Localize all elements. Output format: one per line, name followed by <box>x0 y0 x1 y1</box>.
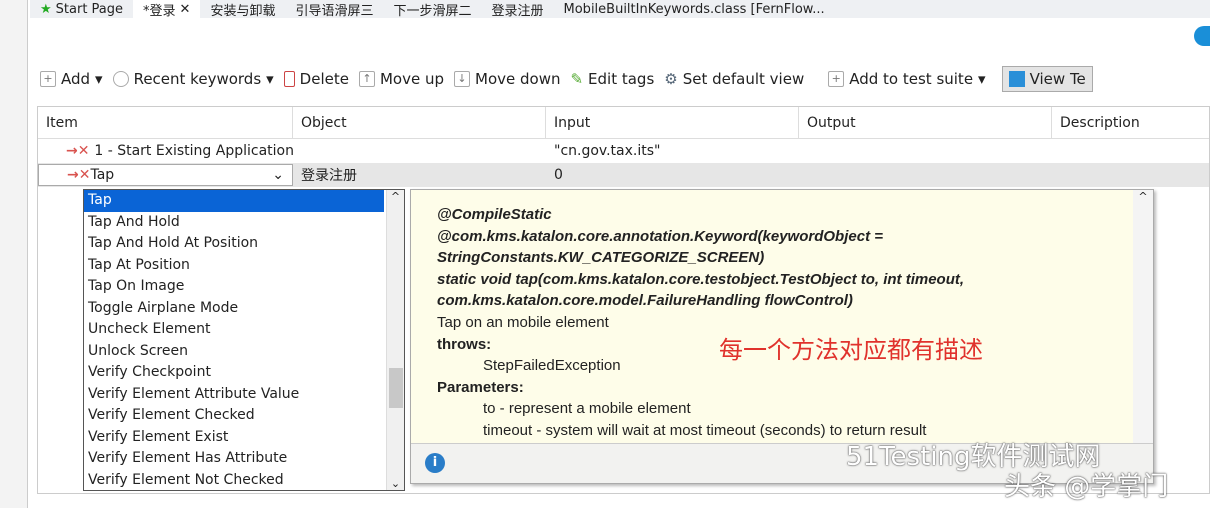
tab-start-page[interactable]: ★ Start Page <box>30 0 133 18</box>
gear-icon: ⚙ <box>664 70 678 88</box>
dropdown-item[interactable]: Tap At Position <box>84 255 384 277</box>
recent-keywords-button[interactable]: Recent keywords ▾ <box>112 70 274 88</box>
move-up-button[interactable]: ↑ Move up <box>358 70 444 88</box>
dropdown-item[interactable]: Verify Element Attribute Value <box>84 384 384 406</box>
dropdown-item[interactable]: Uncheck Element <box>84 319 384 341</box>
view-icon <box>1008 71 1025 87</box>
star-icon: ★ <box>40 1 52 17</box>
arrow-down-icon: ↓ <box>454 71 470 87</box>
tab-keywords-class[interactable]: MobileBuiltInKeywords.class [FernFlow... <box>554 0 835 18</box>
column-output[interactable]: Output <box>799 107 1052 138</box>
chevron-down-icon[interactable]: ⌄ <box>272 167 284 183</box>
dropdown-item[interactable]: Verify Element Has Attribute <box>84 448 384 470</box>
dropdown-item[interactable]: Verify Element Exist <box>84 427 384 449</box>
keyword-dropdown-list[interactable]: ^ ⌄ Tap Tap And Hold Tap And Hold At Positi… <box>83 189 405 491</box>
tab-install[interactable]: 安装与卸载 <box>200 0 285 19</box>
table-row[interactable]: →✕ Tap ⌄ 登录注册 0 <box>38 163 1209 187</box>
watermark: 头条 @学掌门 <box>1004 472 1169 502</box>
arrow-up-icon: ↑ <box>358 71 375 87</box>
edit-tags-button[interactable]: ✎ Edit tags <box>570 70 654 88</box>
pencil-icon: ✎ <box>570 70 584 88</box>
clock-icon <box>112 71 129 87</box>
dropdown-item[interactable]: Verify Element Not Checked <box>84 470 384 492</box>
move-down-button[interactable]: ↓ Move down <box>454 70 560 88</box>
scrollbar[interactable]: ^ <box>1133 190 1153 443</box>
help-icon[interactable] <box>1194 26 1210 46</box>
keyword-icon: →✕ <box>66 143 95 159</box>
view-button[interactable]: View Te <box>1001 66 1093 92</box>
delete-button[interactable]: Delete <box>283 70 349 88</box>
column-description[interactable]: Description <box>1052 107 1209 138</box>
dropdown-item[interactable]: Unlock Screen <box>84 341 384 363</box>
scrollbar[interactable]: ^ ⌄ <box>386 190 404 490</box>
dropdown-item[interactable]: Tap <box>84 190 384 212</box>
close-icon[interactable]: ✕ <box>180 2 191 17</box>
tab-guide[interactable]: 引导语滑屏三 <box>285 0 383 19</box>
dropdown-item[interactable]: Tap On Image <box>84 276 384 298</box>
dropdown-item[interactable]: Tap And Hold <box>84 212 384 234</box>
tab-register[interactable]: 登录注册 <box>482 0 554 19</box>
editor-tabs: ★ Start Page *登录 ✕ 安装与卸载 引导语滑屏三 下一步滑屏二 登录注… <box>30 0 1210 19</box>
dropdown-item[interactable]: Tap And Hold At Position <box>84 233 384 255</box>
tab-login[interactable]: *登录 ✕ <box>133 0 201 19</box>
trash-icon <box>283 71 295 87</box>
column-item[interactable]: Item <box>38 107 293 138</box>
toolbar: + Add ▾ Recent keywords ▾ Delete ↑ Move up… <box>40 64 1210 94</box>
plus-icon: + <box>40 71 56 87</box>
dropdown-item[interactable]: Verify Checkpoint <box>84 362 384 384</box>
column-object[interactable]: Object <box>293 107 546 138</box>
info-icon[interactable]: i <box>425 453 445 473</box>
set-default-view-button[interactable]: ⚙ Set default view <box>664 70 804 88</box>
dropdown-item[interactable]: Toggle Airplane Mode <box>84 298 384 320</box>
dropdown-item[interactable]: Verify Element Checked <box>84 405 384 427</box>
table-row[interactable]: →✕ 1 - Start Existing Application "cn.go… <box>38 139 1209 163</box>
tab-next[interactable]: 下一步滑屏二 <box>383 0 481 19</box>
left-panel <box>0 0 28 508</box>
add-to-test-suite-button[interactable]: + Add to test suite ▾ <box>828 70 986 88</box>
annotation-note: 每一个方法对应都有描述 <box>719 336 983 364</box>
add-button[interactable]: + Add ▾ <box>40 70 103 88</box>
keyword-combo[interactable]: →✕ Tap ⌄ <box>38 164 293 186</box>
column-input[interactable]: Input <box>546 107 799 138</box>
plus-icon: + <box>828 71 845 87</box>
